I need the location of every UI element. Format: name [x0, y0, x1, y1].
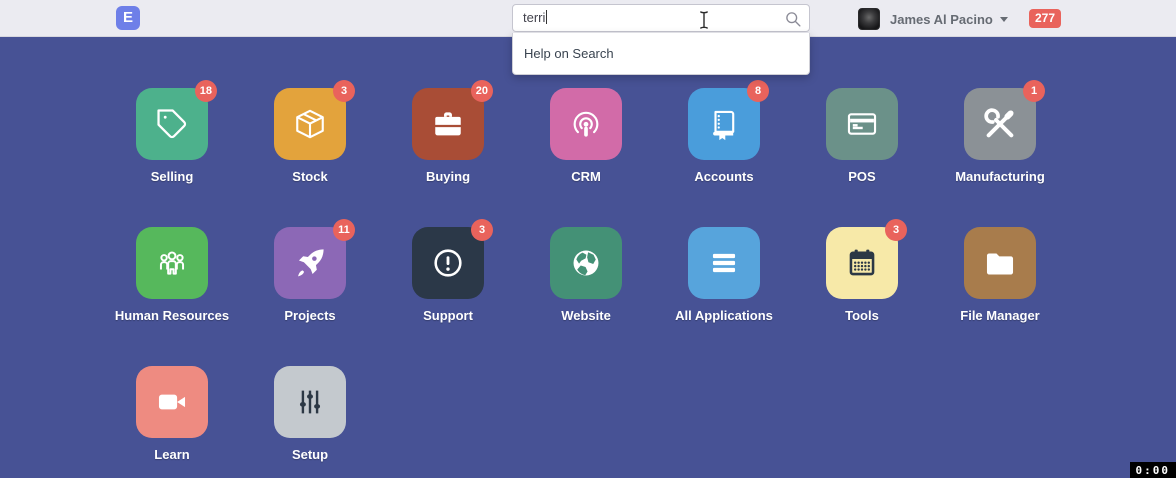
app-label: Website [561, 308, 611, 323]
app-crm[interactable]: CRM [550, 88, 622, 184]
notification-count-badge[interactable]: 277 [1029, 9, 1061, 28]
package-icon [293, 107, 327, 141]
app-label: Stock [292, 169, 327, 184]
broadcast-icon [569, 107, 603, 141]
rocket-icon [293, 246, 327, 280]
search-icon[interactable] [784, 10, 802, 32]
app-count-badge: 20 [471, 80, 493, 102]
top-navbar: E terri Help on Search James Al Pacino 2… [0, 0, 1176, 37]
dropdown-item-help-on-search[interactable]: Help on Search [513, 33, 809, 74]
menu-icon [707, 246, 741, 280]
app-tile: 1 [964, 88, 1036, 160]
app-tile: 18 [136, 88, 208, 160]
app-tile [550, 88, 622, 160]
app-tile [688, 227, 760, 299]
app-stock[interactable]: 3 Stock [274, 88, 346, 184]
app-accounts[interactable]: 8 Accounts [688, 88, 760, 184]
book-icon [707, 107, 741, 141]
app-pos[interactable]: POS [826, 88, 898, 184]
app-label: Support [423, 308, 473, 323]
app-label: Manufacturing [955, 169, 1045, 184]
app-buying[interactable]: 20 Buying [412, 88, 484, 184]
app-label: All Applications [675, 308, 773, 323]
app-setup[interactable]: Setup [274, 366, 346, 462]
wrench-icon [983, 107, 1017, 141]
app-label: Accounts [694, 169, 753, 184]
search-dropdown: Help on Search [512, 33, 810, 75]
search-input-value: terri [523, 10, 545, 25]
app-label: Setup [292, 447, 328, 462]
global-search: terri Help on Search [512, 4, 810, 32]
app-projects[interactable]: 11 Projects [274, 227, 346, 323]
tag-icon [155, 107, 189, 141]
app-label: Selling [151, 169, 194, 184]
app-label: POS [848, 169, 875, 184]
app-tile: 3 [274, 88, 346, 160]
user-avatar [858, 8, 880, 30]
user-name: James Al Pacino [890, 12, 993, 27]
chevron-down-icon [1000, 17, 1008, 22]
app-count-badge: 11 [333, 219, 355, 241]
app-file-manager[interactable]: File Manager [960, 227, 1039, 323]
app-tile [964, 227, 1036, 299]
app-support[interactable]: 3 Support [412, 227, 484, 323]
app-logo[interactable]: E [116, 6, 140, 30]
app-tile: 8 [688, 88, 760, 160]
globe-icon [569, 246, 603, 280]
credit-card-icon [845, 107, 879, 141]
briefcase-icon [431, 107, 465, 141]
app-tile [550, 227, 622, 299]
app-manufacturing[interactable]: 1 Manufacturing [955, 88, 1045, 184]
app-tile: 20 [412, 88, 484, 160]
app-tile [826, 88, 898, 160]
app-tile [136, 366, 208, 438]
app-tile [274, 366, 346, 438]
user-menu-toggle[interactable]: James Al Pacino [858, 7, 1008, 31]
video-timer-overlay: 0:00 [1130, 462, 1176, 478]
app-tile [136, 227, 208, 299]
app-selling[interactable]: 18 Selling [136, 88, 208, 184]
desktop-app-grid: 18 Selling 3 Stock 20 Buying CRM 8 Accou… [103, 88, 1069, 462]
app-tile: 3 [412, 227, 484, 299]
alert-circle-icon [431, 246, 465, 280]
people-icon [155, 246, 189, 280]
app-count-badge: 8 [747, 80, 769, 102]
app-count-badge: 3 [885, 219, 907, 241]
app-label: CRM [571, 169, 601, 184]
app-count-badge: 1 [1023, 80, 1045, 102]
app-label: Learn [154, 447, 189, 462]
app-tile: 11 [274, 227, 346, 299]
app-website[interactable]: Website [550, 227, 622, 323]
app-all-applications[interactable]: All Applications [675, 227, 773, 323]
calendar-icon [845, 246, 879, 280]
app-label: Tools [845, 308, 879, 323]
app-label: Human Resources [115, 308, 229, 323]
app-learn[interactable]: Learn [136, 366, 208, 462]
app-label: Buying [426, 169, 470, 184]
sliders-icon [293, 385, 327, 419]
search-input[interactable]: terri [512, 4, 810, 32]
app-label: File Manager [960, 308, 1039, 323]
text-caret [546, 10, 547, 24]
video-icon [155, 385, 189, 419]
app-human-resources[interactable]: Human Resources [115, 227, 229, 323]
app-tools[interactable]: 3 Tools [826, 227, 898, 323]
app-count-badge: 3 [333, 80, 355, 102]
app-label: Projects [284, 308, 335, 323]
folder-icon [983, 246, 1017, 280]
app-count-badge: 3 [471, 219, 493, 241]
app-tile: 3 [826, 227, 898, 299]
app-count-badge: 18 [195, 80, 217, 102]
